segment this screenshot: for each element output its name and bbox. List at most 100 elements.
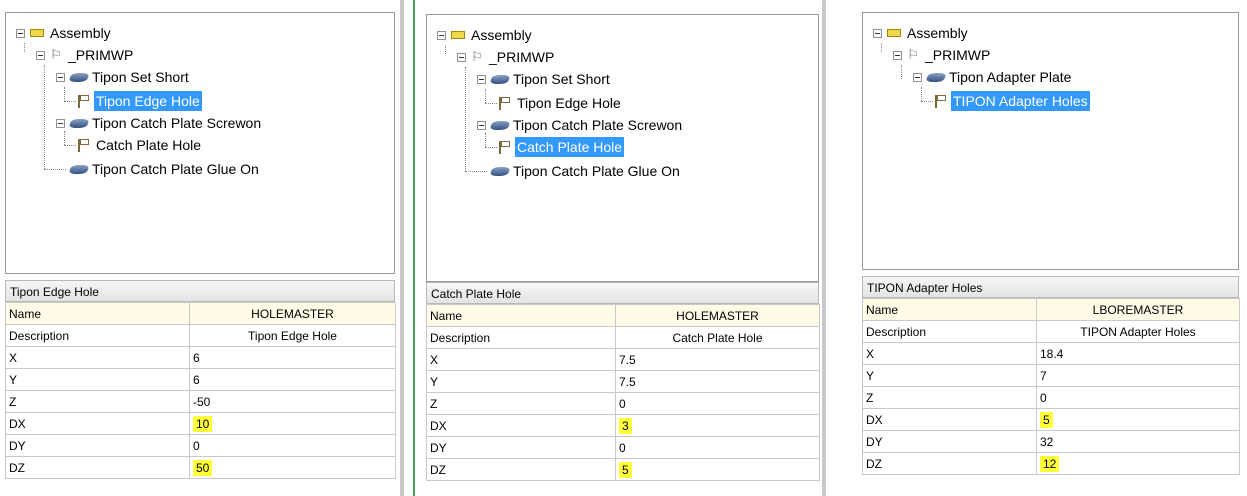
property-key: Name bbox=[862, 298, 1037, 321]
property-row: DY 0 bbox=[426, 436, 820, 459]
highlighted-value: 50 bbox=[193, 459, 213, 476]
property-value[interactable]: 50 bbox=[189, 456, 396, 479]
collapse-icon[interactable] bbox=[437, 31, 446, 40]
collapse-icon[interactable] bbox=[873, 29, 882, 38]
property-value[interactable]: 6 bbox=[189, 368, 396, 391]
property-row: Name HOLEMASTER bbox=[426, 304, 820, 327]
divider bbox=[822, 0, 826, 496]
property-value[interactable]: TIPON Adapter Holes bbox=[1036, 320, 1240, 343]
highlighted-value: 3 bbox=[619, 417, 632, 434]
collapse-icon[interactable] bbox=[477, 121, 486, 130]
property-key: DX bbox=[862, 408, 1037, 431]
property-value[interactable]: -50 bbox=[189, 390, 396, 413]
properties-table: Name LBOREMASTER Description TIPON Adapter… bbox=[862, 298, 1240, 475]
property-value[interactable]: 3 bbox=[615, 414, 820, 437]
property-row: DY 32 bbox=[862, 430, 1240, 453]
tree-view[interactable]: Assembly ⚐ _PRIMWP Tipon Adapter Plate T… bbox=[862, 12, 1239, 270]
property-key: DY bbox=[5, 434, 190, 457]
property-value[interactable]: LBOREMASTER bbox=[1036, 298, 1240, 321]
property-row: DZ 12 bbox=[862, 452, 1240, 475]
properties-table: Name HOLEMASTER Description Tipon Edge Hol… bbox=[5, 302, 396, 479]
property-row: DZ 50 bbox=[5, 456, 396, 479]
part-icon bbox=[68, 73, 90, 82]
property-key: X bbox=[426, 348, 616, 371]
flag-icon bbox=[76, 94, 90, 108]
part-icon bbox=[489, 167, 511, 176]
flag-icon bbox=[933, 94, 947, 108]
property-key: Z bbox=[426, 392, 616, 415]
part-icon bbox=[68, 119, 90, 128]
flag-icon bbox=[497, 96, 511, 110]
property-key: DZ bbox=[426, 458, 616, 481]
panel-3: Assembly ⚐ _PRIMWP Tipon Adapter Plate T… bbox=[830, 0, 1247, 496]
property-key: X bbox=[862, 342, 1037, 365]
collapse-icon[interactable] bbox=[893, 51, 902, 60]
property-value[interactable]: 5 bbox=[615, 458, 820, 481]
property-value[interactable]: 6 bbox=[189, 346, 396, 369]
property-value[interactable]: 7.5 bbox=[615, 370, 820, 393]
property-key: DX bbox=[5, 412, 190, 435]
properties-header: Catch Plate Hole bbox=[426, 282, 819, 304]
property-key: Z bbox=[862, 386, 1037, 409]
property-value[interactable]: Tipon Edge Hole bbox=[189, 324, 396, 347]
property-key: Y bbox=[5, 368, 190, 391]
property-row: Z0 bbox=[426, 392, 820, 415]
property-key: X bbox=[5, 346, 190, 369]
panel-1: Assembly ⚐ _PRIMWP Tipon Set Short Tipon… bbox=[0, 0, 400, 496]
property-key: Z bbox=[5, 390, 190, 413]
part-icon bbox=[489, 75, 511, 84]
divider bbox=[413, 0, 415, 496]
property-value[interactable]: 10 bbox=[189, 412, 396, 435]
property-key: DZ bbox=[862, 452, 1037, 475]
collapse-icon[interactable] bbox=[56, 73, 65, 82]
part-icon bbox=[68, 165, 90, 174]
property-value[interactable]: 0 bbox=[1036, 386, 1240, 409]
property-value[interactable]: 0 bbox=[615, 436, 820, 459]
workplane-icon: ⚐ bbox=[471, 49, 483, 64]
property-row: Description Tipon Edge Hole bbox=[5, 324, 396, 347]
collapse-icon[interactable] bbox=[56, 119, 65, 128]
property-row: Name LBOREMASTER bbox=[862, 298, 1240, 321]
collapse-icon[interactable] bbox=[457, 53, 466, 62]
property-key: Y bbox=[426, 370, 616, 393]
highlighted-value: 5 bbox=[619, 461, 632, 478]
property-key: Y bbox=[862, 364, 1037, 387]
property-value[interactable]: 32 bbox=[1036, 430, 1240, 453]
property-key: Description bbox=[426, 326, 616, 349]
collapse-icon[interactable] bbox=[36, 51, 45, 60]
panel-2: Assembly ⚐ _PRIMWP Tipon Set Short Tipon… bbox=[420, 0, 820, 496]
collapse-icon[interactable] bbox=[16, 29, 25, 38]
property-row: X 18.4 bbox=[862, 342, 1240, 365]
property-key: Description bbox=[5, 324, 190, 347]
property-key: Name bbox=[426, 304, 616, 327]
tree-view[interactable]: Assembly ⚐ _PRIMWP Tipon Set Short Tipon… bbox=[5, 12, 395, 274]
collapse-icon[interactable] bbox=[913, 73, 922, 82]
property-value[interactable]: 0 bbox=[189, 434, 396, 457]
property-value[interactable]: 18.4 bbox=[1036, 342, 1240, 365]
property-value[interactable]: 12 bbox=[1036, 452, 1240, 475]
property-row: DX 5 bbox=[862, 408, 1240, 431]
folder-icon bbox=[30, 29, 44, 37]
highlighted-value: 12 bbox=[1040, 455, 1060, 472]
property-row: Z -50 bbox=[5, 390, 396, 413]
property-value[interactable]: 7.5 bbox=[615, 348, 820, 371]
divider bbox=[400, 0, 404, 496]
property-value[interactable]: 0 bbox=[615, 392, 820, 415]
highlighted-value: 5 bbox=[1040, 411, 1053, 428]
property-row: Description Catch Plate Hole bbox=[426, 326, 820, 349]
property-row: X 7.5 bbox=[426, 348, 820, 371]
property-row: Name HOLEMASTER bbox=[5, 302, 396, 325]
collapse-icon[interactable] bbox=[477, 75, 486, 84]
properties-header: TIPON Adapter Holes bbox=[862, 276, 1239, 298]
property-value[interactable]: HOLEMASTER bbox=[615, 304, 820, 327]
highlighted-value: 10 bbox=[193, 415, 213, 432]
flag-icon bbox=[497, 140, 511, 154]
property-row: Y7 bbox=[862, 364, 1240, 387]
property-value[interactable]: 5 bbox=[1036, 408, 1240, 431]
property-value[interactable]: Catch Plate Hole bbox=[615, 326, 820, 349]
property-key: Name bbox=[5, 302, 190, 325]
property-value[interactable]: HOLEMASTER bbox=[189, 302, 396, 325]
tree-view[interactable]: Assembly ⚐ _PRIMWP Tipon Set Short Tipon… bbox=[426, 14, 819, 282]
property-value[interactable]: 7 bbox=[1036, 364, 1240, 387]
property-row: Y 7.5 bbox=[426, 370, 820, 393]
